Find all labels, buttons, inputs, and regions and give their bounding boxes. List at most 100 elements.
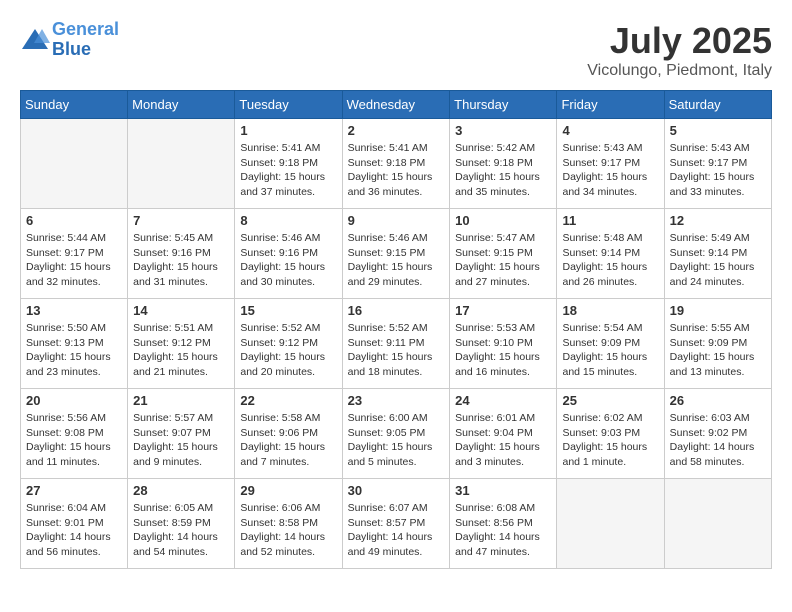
weekday-header-cell: Thursday xyxy=(450,91,557,119)
logo-text: General Blue xyxy=(52,20,119,60)
day-number: 14 xyxy=(133,303,229,318)
day-number: 18 xyxy=(562,303,658,318)
calendar-cell: 13 Sunrise: 5:50 AMSunset: 9:13 PMDayligh… xyxy=(21,299,128,389)
calendar-week-row: 13 Sunrise: 5:50 AMSunset: 9:13 PMDayligh… xyxy=(21,299,772,389)
weekday-header-cell: Friday xyxy=(557,91,664,119)
calendar-cell: 25 Sunrise: 6:02 AMSunset: 9:03 PMDayligh… xyxy=(557,389,664,479)
calendar-cell: 9 Sunrise: 5:46 AMSunset: 9:15 PMDaylight… xyxy=(342,209,450,299)
day-info: Sunrise: 5:44 AMSunset: 9:17 PMDaylight:… xyxy=(26,231,122,290)
day-number: 6 xyxy=(26,213,122,228)
calendar-week-row: 20Sunrise: 5:56 AMSunset: 9:08 PMDayligh… xyxy=(21,389,772,479)
day-number: 10 xyxy=(455,213,551,228)
month-title: July 2025 xyxy=(587,20,772,62)
calendar-cell: 24Sunrise: 6:01 AMSunset: 9:04 PMDayligh… xyxy=(450,389,557,479)
day-info: Sunrise: 6:02 AMSunset: 9:03 PMDaylight:… xyxy=(562,411,658,470)
calendar-cell: 26 Sunrise: 6:03 AMSunset: 9:02 PMDayligh… xyxy=(664,389,771,479)
day-number: 11 xyxy=(562,213,658,228)
weekday-header-cell: Sunday xyxy=(21,91,128,119)
day-info: Sunrise: 5:47 AMSunset: 9:15 PMDaylight:… xyxy=(455,231,551,290)
day-info: Sunrise: 5:51 AMSunset: 9:12 PMDaylight:… xyxy=(133,321,229,380)
day-info: Sunrise: 5:46 AMSunset: 9:15 PMDaylight:… xyxy=(348,231,445,290)
calendar-week-row: 6 Sunrise: 5:44 AMSunset: 9:17 PMDaylight… xyxy=(21,209,772,299)
calendar-table: SundayMondayTuesdayWednesdayThursdayFrid… xyxy=(20,90,772,569)
calendar-cell: 22 Sunrise: 5:58 AMSunset: 9:06 PMDayligh… xyxy=(235,389,342,479)
calendar-cell: 23 Sunrise: 6:00 AMSunset: 9:05 PMDayligh… xyxy=(342,389,450,479)
calendar-cell: 6 Sunrise: 5:44 AMSunset: 9:17 PMDaylight… xyxy=(21,209,128,299)
calendar-cell: 27Sunrise: 6:04 AMSunset: 9:01 PMDayligh… xyxy=(21,479,128,569)
day-info: Sunrise: 5:57 AMSunset: 9:07 PMDaylight:… xyxy=(133,411,229,470)
calendar-cell: 8Sunrise: 5:46 AMSunset: 9:16 PMDaylight… xyxy=(235,209,342,299)
day-info: Sunrise: 6:06 AMSunset: 8:58 PMDaylight:… xyxy=(240,501,336,560)
calendar-cell: 14 Sunrise: 5:51 AMSunset: 9:12 PMDayligh… xyxy=(128,299,235,389)
day-info: Sunrise: 5:52 AMSunset: 9:12 PMDaylight:… xyxy=(240,321,336,380)
day-number: 4 xyxy=(562,123,658,138)
day-number: 16 xyxy=(348,303,445,318)
calendar-cell: 20Sunrise: 5:56 AMSunset: 9:08 PMDayligh… xyxy=(21,389,128,479)
calendar-cell: 16 Sunrise: 5:52 AMSunset: 9:11 PMDayligh… xyxy=(342,299,450,389)
day-number: 23 xyxy=(348,393,445,408)
day-info: Sunrise: 5:50 AMSunset: 9:13 PMDaylight:… xyxy=(26,321,122,380)
day-number: 24 xyxy=(455,393,551,408)
day-number: 13 xyxy=(26,303,122,318)
weekday-header-cell: Wednesday xyxy=(342,91,450,119)
calendar-cell: 17 Sunrise: 5:53 AMSunset: 9:10 PMDayligh… xyxy=(450,299,557,389)
day-number: 9 xyxy=(348,213,445,228)
day-info: Sunrise: 6:03 AMSunset: 9:02 PMDaylight:… xyxy=(670,411,766,470)
day-number: 29 xyxy=(240,483,336,498)
calendar-week-row: 1Sunrise: 5:41 AMSunset: 9:18 PMDaylight… xyxy=(21,119,772,209)
calendar-cell: 21 Sunrise: 5:57 AMSunset: 9:07 PMDayligh… xyxy=(128,389,235,479)
calendar-cell: 18Sunrise: 5:54 AMSunset: 9:09 PMDayligh… xyxy=(557,299,664,389)
calendar-cell: 11 Sunrise: 5:48 AMSunset: 9:14 PMDayligh… xyxy=(557,209,664,299)
day-number: 21 xyxy=(133,393,229,408)
weekday-header-cell: Monday xyxy=(128,91,235,119)
logo-icon xyxy=(20,25,50,55)
day-info: Sunrise: 5:43 AMSunset: 9:17 PMDaylight:… xyxy=(562,141,658,200)
page-header: General Blue July 2025 Vicolungo, Piedmo… xyxy=(20,20,772,80)
calendar-cell: 12 Sunrise: 5:49 AMSunset: 9:14 PMDayligh… xyxy=(664,209,771,299)
day-info: Sunrise: 6:07 AMSunset: 8:57 PMDaylight:… xyxy=(348,501,445,560)
day-number: 19 xyxy=(670,303,766,318)
day-number: 28 xyxy=(133,483,229,498)
calendar-week-row: 27Sunrise: 6:04 AMSunset: 9:01 PMDayligh… xyxy=(21,479,772,569)
calendar-cell xyxy=(128,119,235,209)
day-info: Sunrise: 5:49 AMSunset: 9:14 PMDaylight:… xyxy=(670,231,766,290)
day-number: 15 xyxy=(240,303,336,318)
calendar-cell xyxy=(21,119,128,209)
day-number: 25 xyxy=(562,393,658,408)
logo: General Blue xyxy=(20,20,119,60)
calendar-cell xyxy=(557,479,664,569)
calendar-cell: 28 Sunrise: 6:05 AMSunset: 8:59 PMDayligh… xyxy=(128,479,235,569)
day-info: Sunrise: 5:41 AMSunset: 9:18 PMDaylight:… xyxy=(240,141,336,200)
calendar-cell: 4 Sunrise: 5:43 AMSunset: 9:17 PMDaylight… xyxy=(557,119,664,209)
day-info: Sunrise: 6:00 AMSunset: 9:05 PMDaylight:… xyxy=(348,411,445,470)
day-info: Sunrise: 6:08 AMSunset: 8:56 PMDaylight:… xyxy=(455,501,551,560)
day-number: 26 xyxy=(670,393,766,408)
day-number: 5 xyxy=(670,123,766,138)
calendar-cell: 2 Sunrise: 5:41 AMSunset: 9:18 PMDaylight… xyxy=(342,119,450,209)
weekday-header-cell: Saturday xyxy=(664,91,771,119)
day-info: Sunrise: 5:58 AMSunset: 9:06 PMDaylight:… xyxy=(240,411,336,470)
day-info: Sunrise: 5:52 AMSunset: 9:11 PMDaylight:… xyxy=(348,321,445,380)
day-info: Sunrise: 5:41 AMSunset: 9:18 PMDaylight:… xyxy=(348,141,445,200)
day-number: 20 xyxy=(26,393,122,408)
day-number: 2 xyxy=(348,123,445,138)
calendar-cell: 31Sunrise: 6:08 AMSunset: 8:56 PMDayligh… xyxy=(450,479,557,569)
calendar-cell: 3Sunrise: 5:42 AMSunset: 9:18 PMDaylight… xyxy=(450,119,557,209)
day-number: 17 xyxy=(455,303,551,318)
day-number: 22 xyxy=(240,393,336,408)
day-number: 3 xyxy=(455,123,551,138)
day-info: Sunrise: 6:05 AMSunset: 8:59 PMDaylight:… xyxy=(133,501,229,560)
day-info: Sunrise: 6:04 AMSunset: 9:01 PMDaylight:… xyxy=(26,501,122,560)
calendar-cell: 15 Sunrise: 5:52 AMSunset: 9:12 PMDayligh… xyxy=(235,299,342,389)
calendar-cell: 7Sunrise: 5:45 AMSunset: 9:16 PMDaylight… xyxy=(128,209,235,299)
calendar-body: 1Sunrise: 5:41 AMSunset: 9:18 PMDaylight… xyxy=(21,119,772,569)
weekday-header-cell: Tuesday xyxy=(235,91,342,119)
day-number: 8 xyxy=(240,213,336,228)
calendar-cell: 5Sunrise: 5:43 AMSunset: 9:17 PMDaylight… xyxy=(664,119,771,209)
calendar-cell: 29 Sunrise: 6:06 AMSunset: 8:58 PMDayligh… xyxy=(235,479,342,569)
day-info: Sunrise: 5:48 AMSunset: 9:14 PMDaylight:… xyxy=(562,231,658,290)
title-block: July 2025 Vicolungo, Piedmont, Italy xyxy=(587,20,772,80)
day-info: Sunrise: 5:53 AMSunset: 9:10 PMDaylight:… xyxy=(455,321,551,380)
day-info: Sunrise: 5:55 AMSunset: 9:09 PMDaylight:… xyxy=(670,321,766,380)
day-number: 12 xyxy=(670,213,766,228)
